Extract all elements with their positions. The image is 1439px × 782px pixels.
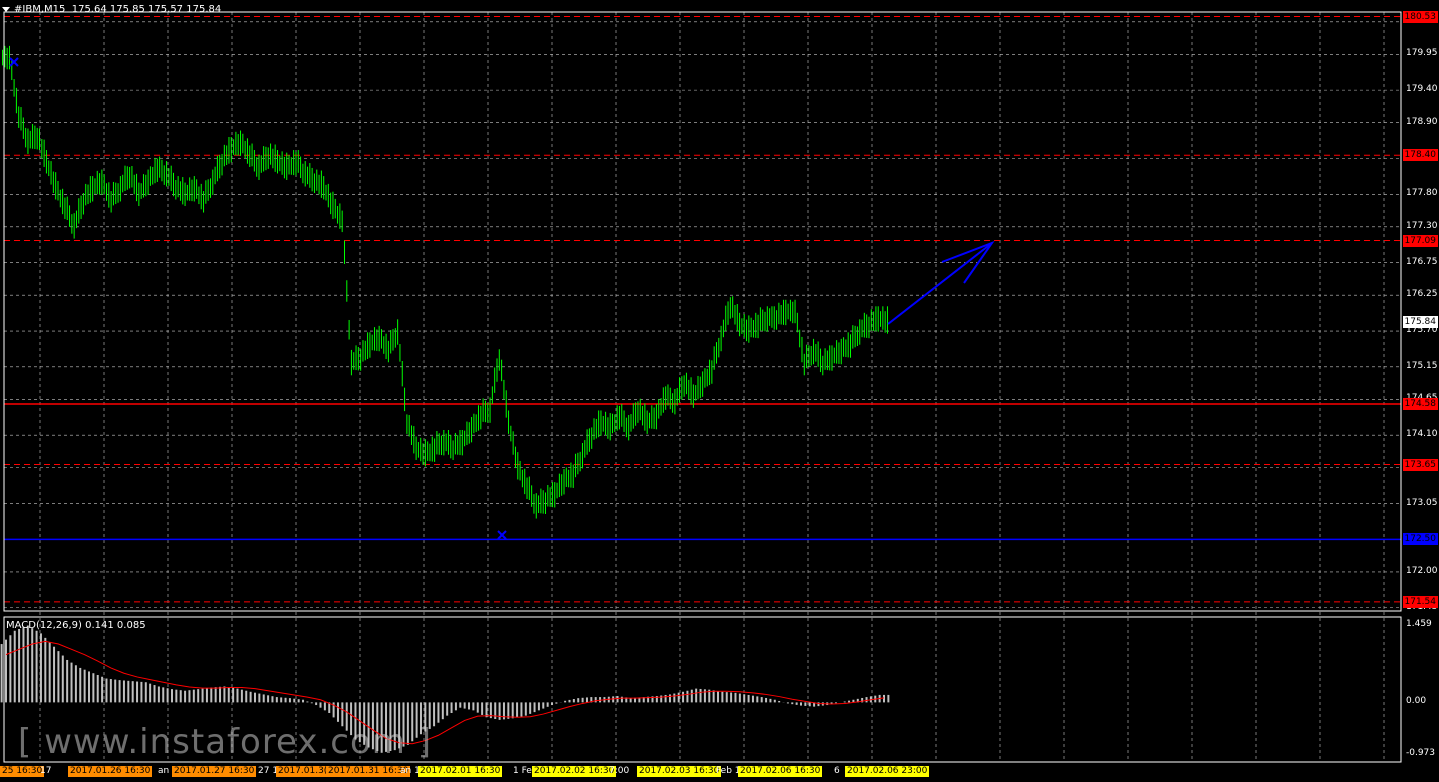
- level-price-tag: 171.54: [1402, 595, 1438, 608]
- macd-tick-label: 0.00: [1406, 696, 1427, 707]
- time-tick-label: 7:00: [609, 766, 630, 776]
- dropdown-triangle-icon[interactable]: [2, 6, 10, 12]
- chart-drawings[interactable]: [9, 57, 995, 540]
- macd-title: MACD(12,26,9) 0.141 0.085: [6, 620, 146, 631]
- time-highlight-tag: 2017.01.26 16:30: [68, 766, 153, 777]
- time-tick-label: 6: [834, 766, 840, 776]
- time-highlight-tag: 2017.01.27 16:30: [172, 766, 257, 777]
- price-levels: [4, 16, 1401, 603]
- time-highlight-tag: 2017.02.06 23:00: [845, 766, 930, 777]
- level-price-tag: 172.50: [1402, 533, 1438, 546]
- price-tick-label: 174.10: [1406, 429, 1438, 440]
- ohlc-values: 175.64 175.85 175.57 175.84: [71, 4, 222, 15]
- price-tick-label: 175.15: [1406, 360, 1438, 371]
- chart-header: #IBM,M15 175.64 175.85 175.57 175.84: [2, 4, 221, 15]
- time-highlight-tag: 2017.02.02 16:30: [532, 766, 617, 777]
- time-highlight-tag: 2017.01.3(: [276, 766, 330, 777]
- price-tick-label: 177.30: [1406, 220, 1438, 231]
- price-panel-border: [3, 11, 1402, 612]
- trend-arrow: [887, 242, 993, 325]
- time-highlight-tag: 2017.01.31 16:30: [326, 766, 411, 777]
- macd-tick-label: -0.973: [1406, 748, 1436, 758]
- time-highlight-tag: 25 16:30: [0, 766, 45, 777]
- price-tick-label: 172.00: [1406, 565, 1438, 576]
- time-highlight-tag: 2017.02.01 16:30: [418, 766, 503, 777]
- time-tick-label: 17: [40, 766, 52, 776]
- watermark: [ www.instaforex.com ]: [18, 722, 432, 762]
- price-series: [2, 45, 888, 519]
- level-price-tag: 173.65: [1402, 458, 1438, 471]
- price-tick-label: 179.40: [1406, 84, 1438, 95]
- level-price-tag: 177.09: [1402, 234, 1438, 247]
- current-price-tag: 175.84: [1402, 315, 1438, 328]
- price-tick-label: 178.90: [1406, 116, 1438, 127]
- level-price-tag: 180.53: [1402, 10, 1438, 23]
- time-tick-label: Feb 1: [716, 766, 741, 776]
- price-tick-label: 176.25: [1406, 289, 1438, 300]
- price-tick-label: 176.75: [1406, 256, 1438, 267]
- time-highlight-tag: 2017.02.06 16:30: [738, 766, 823, 777]
- chart-area[interactable]: [0, 0, 1439, 782]
- time-tick-label: 1 Fe: [513, 766, 532, 776]
- level-price-tag: 178.40: [1402, 149, 1438, 162]
- price-tick-label: 179.95: [1406, 48, 1438, 59]
- level-price-tag: 174.58: [1402, 397, 1438, 410]
- price-tick-label: 177.80: [1406, 188, 1438, 199]
- macd-tick-label: 1.459: [1406, 619, 1432, 629]
- time-highlight-tag: 2017.02.03 16:30: [637, 766, 722, 777]
- price-tick-label: 173.05: [1406, 497, 1438, 508]
- symbol-label: #IBM,M15: [14, 4, 66, 15]
